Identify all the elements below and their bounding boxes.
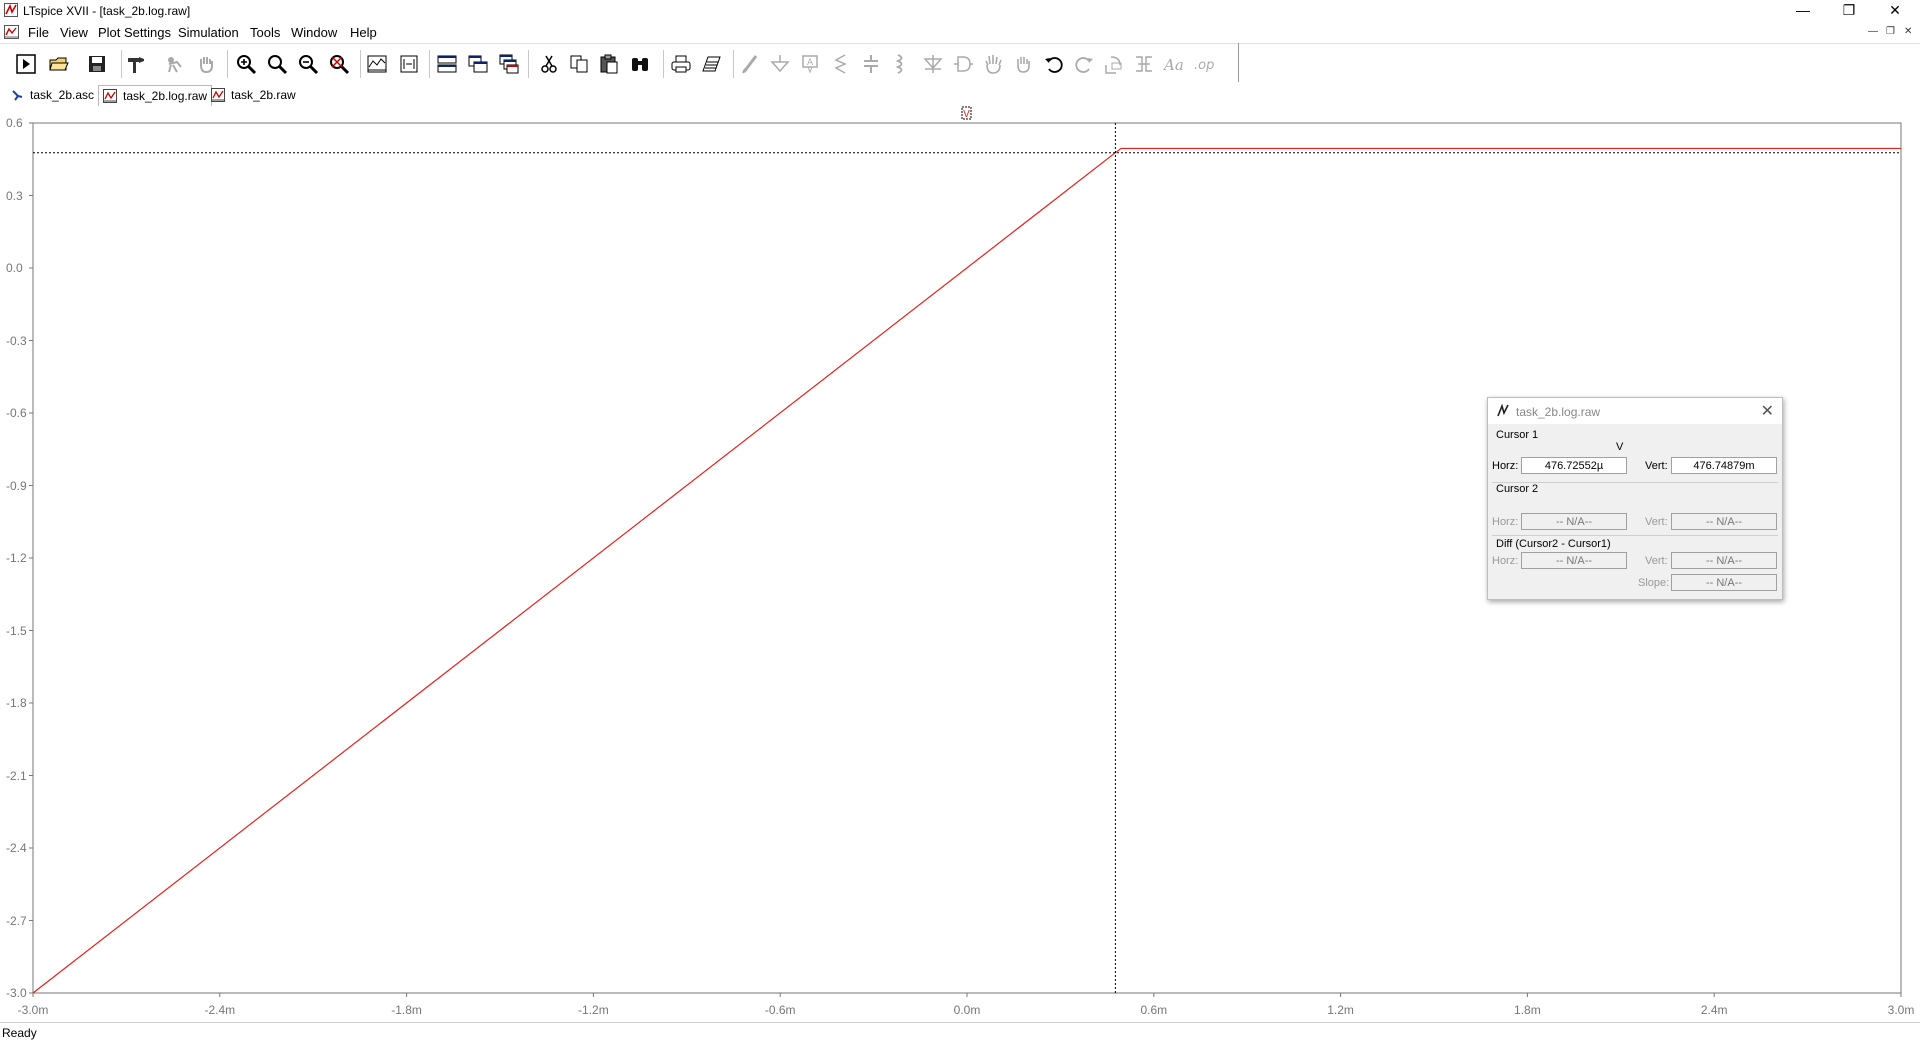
ltspice-app-icon <box>1497 404 1509 417</box>
y-tick-label: -1.8 <box>6 696 27 710</box>
slope-field: -- N/A-- <box>1671 574 1777 591</box>
x-tick-label: -2.4m <box>204 1003 236 1017</box>
cursor-dialog-title: task_2b.log.raw <box>1516 405 1601 419</box>
x-tick-label: -1.8m <box>391 1003 422 1017</box>
y-tick-label: 0.0 <box>6 261 23 275</box>
y-tick-label: -0.9 <box>6 478 27 493</box>
y-tick-label: -0.3 <box>6 333 27 348</box>
cursor2-horz-label: Horz: <box>1492 516 1519 528</box>
y-tick-label: -2.1 <box>6 768 27 783</box>
diff-horz-field: -- N/A-- <box>1521 552 1627 569</box>
cursor1-horz-label: Horz: <box>1492 460 1519 472</box>
x-tick-label: 1.2m <box>1327 1003 1354 1017</box>
cursor1-horz-field[interactable]: 476.72552µ <box>1521 457 1627 474</box>
cursor-dialog-header[interactable]: task_2b.log.raw ✕ <box>1488 398 1782 424</box>
cursor1-label: Cursor 1 <box>1496 429 1539 441</box>
y-tick-label: -2.7 <box>6 913 27 928</box>
x-tick-label: 0.6m <box>1140 1003 1168 1017</box>
y-tick-label: -2.4 <box>6 841 27 855</box>
diff-label: Diff (Cursor2 - Cursor1) <box>1496 538 1611 550</box>
cursor2-vert-label: Vert: <box>1645 516 1668 528</box>
x-tick-label: 0.0m <box>953 1003 981 1017</box>
status-text: Ready <box>2 1026 37 1040</box>
y-tick-label: -3.0 <box>6 986 27 1000</box>
slope-label: Slope: <box>1638 577 1670 589</box>
cursor2-vert-field: -- N/A-- <box>1671 513 1777 530</box>
y-tick-label: -0.6 <box>6 406 27 420</box>
cursor1-vert-field[interactable]: 476.74879m <box>1671 457 1777 474</box>
cursor1-trace-name: V <box>1616 441 1624 453</box>
y-tick-label: 0.3 <box>6 188 23 203</box>
cursor2-label: Cursor 2 <box>1496 483 1539 495</box>
cursor2-horz-field: -- N/A-- <box>1521 513 1627 530</box>
diff-horz-label: Horz: <box>1492 555 1519 567</box>
cursor-dialog-close-button[interactable]: ✕ <box>1761 401 1774 421</box>
x-tick-label: 1.8m <box>1514 1003 1541 1017</box>
y-tick-label: -1.5 <box>6 623 27 638</box>
status-bar: Ready <box>0 1022 1920 1041</box>
x-tick-label: 3.0m <box>1887 1003 1915 1017</box>
diff-vert-field: -- N/A-- <box>1671 552 1777 569</box>
x-tick-label: -1.2m <box>578 1003 609 1017</box>
x-tick-label: 2.4m <box>1700 1003 1728 1017</box>
y-tick-label: 0.6 <box>6 116 23 130</box>
x-tick-label: -0.6m <box>764 1003 796 1017</box>
trace-label[interactable]: V <box>963 109 970 120</box>
x-tick-label: -3.0m <box>17 1003 49 1017</box>
cursor1-vert-label: Vert: <box>1645 460 1668 472</box>
cursor-dialog[interactable]: task_2b.log.raw ✕ Cursor 1 V Horz: 476.7… <box>1487 397 1783 600</box>
y-tick-label: -1.2 <box>6 551 27 565</box>
diff-vert-label: Vert: <box>1645 555 1668 567</box>
